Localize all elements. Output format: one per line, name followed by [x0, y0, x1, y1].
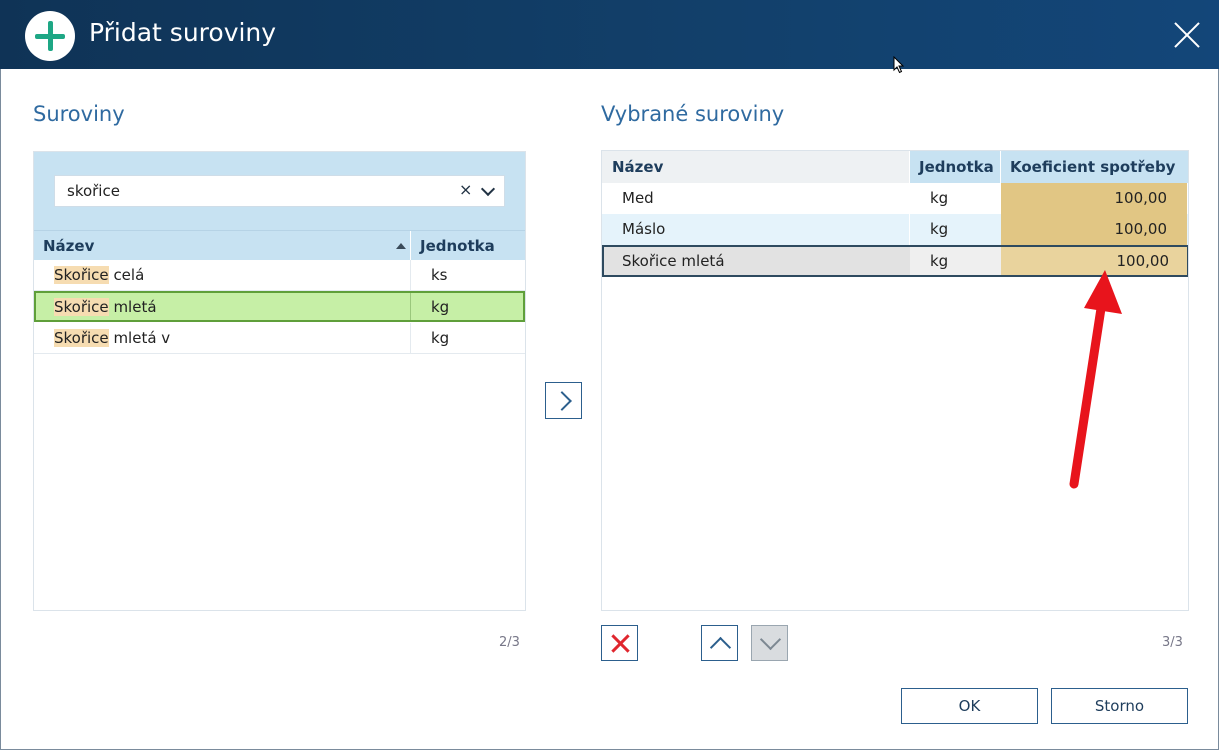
ok-button[interactable]: OK: [901, 688, 1038, 724]
coefficient-value: 100,00: [1114, 189, 1168, 207]
close-icon[interactable]: [1172, 20, 1202, 50]
column-separator: [410, 323, 411, 354]
search-match-highlight: Skořice: [54, 298, 109, 316]
column-header-unit-cell: Jednotka: [910, 151, 1000, 183]
left-count: 2/3: [499, 635, 520, 650]
column-header-name[interactable]: Název: [612, 158, 663, 176]
table-row-selected[interactable]: Skořice mletá kg: [34, 291, 525, 322]
row-unit: kg: [930, 252, 949, 270]
add-selected-button[interactable]: [545, 382, 582, 419]
remove-item-button[interactable]: [601, 625, 638, 661]
column-header-name[interactable]: Název: [43, 237, 94, 255]
right-count: 3/3: [1162, 635, 1183, 650]
table-row[interactable]: Máslo kg 100,00: [602, 214, 1188, 245]
search-match-highlight: Skořice: [54, 266, 109, 284]
coefficient-value: 100,00: [1114, 220, 1168, 238]
left-table-header: Název Jednotka: [34, 230, 525, 261]
column-separator: [410, 260, 411, 291]
move-down-button[interactable]: [751, 625, 788, 661]
row-name-rest: mletá v: [108, 329, 171, 347]
column-header-coef-cell: Koeficient spotřeby: [1001, 151, 1188, 183]
column-header-unit[interactable]: Jednotka: [919, 158, 994, 176]
row-unit: kg: [930, 189, 949, 207]
right-section-title: Vybrané suroviny: [601, 102, 785, 126]
left-section-title: Suroviny: [33, 102, 125, 126]
row-name: Skořice celá: [54, 266, 144, 284]
move-up-button[interactable]: [701, 625, 738, 661]
table-row[interactable]: Med kg 100,00: [602, 183, 1188, 214]
column-header-coefficient[interactable]: Koeficient spotřeby: [1010, 158, 1175, 176]
row-unit: kg: [431, 329, 450, 347]
coefficient-cell[interactable]: 100,00: [1001, 214, 1187, 245]
annotation-arrow: [1069, 270, 1122, 489]
table-row[interactable]: Skořice celá ks: [34, 260, 525, 291]
column-header-name-cell: Název: [602, 151, 909, 183]
mouse-cursor-icon: [893, 56, 905, 74]
column-header-unit[interactable]: Jednotka: [420, 237, 495, 255]
row-unit: ks: [431, 266, 448, 284]
search-match-highlight: Skořice: [54, 329, 109, 347]
unit-cell: [910, 247, 1002, 275]
dialog-title: Přidat suroviny: [89, 18, 277, 47]
row-unit: kg: [431, 298, 450, 316]
row-name: Skořice mletá v: [54, 329, 170, 347]
search-input[interactable]: skořice ×: [54, 175, 505, 207]
search-area: skořice ×: [34, 152, 525, 230]
column-separator: [909, 214, 910, 245]
right-table-header: Název Jednotka Koeficient spotřeby: [602, 151, 1188, 183]
plus-circle-icon: [25, 11, 75, 61]
available-items-panel: skořice × Název Jednotka Skořice celá ks…: [33, 151, 526, 611]
row-name: Skořice mletá: [54, 298, 157, 316]
search-input-value: skořice: [67, 182, 120, 200]
row-unit: kg: [930, 220, 949, 238]
cancel-button[interactable]: Storno: [1051, 688, 1188, 724]
row-name-rest: celá: [108, 266, 145, 284]
row-name: Skořice mletá: [622, 252, 725, 270]
table-row[interactable]: Skořice mletá v kg: [34, 323, 525, 354]
row-name: Med: [622, 189, 654, 207]
clear-icon[interactable]: ×: [459, 180, 472, 199]
title-bar: Přidat suroviny: [0, 0, 1219, 69]
column-separator: [410, 293, 411, 320]
chevron-down-icon[interactable]: [480, 181, 496, 197]
column-separator: [909, 183, 910, 214]
coefficient-cell[interactable]: 100,00: [1001, 183, 1187, 214]
row-name: Máslo: [622, 220, 666, 238]
sort-ascending-icon: [396, 243, 406, 249]
column-separator: [410, 231, 411, 261]
row-name-rest: mletá: [108, 298, 157, 316]
